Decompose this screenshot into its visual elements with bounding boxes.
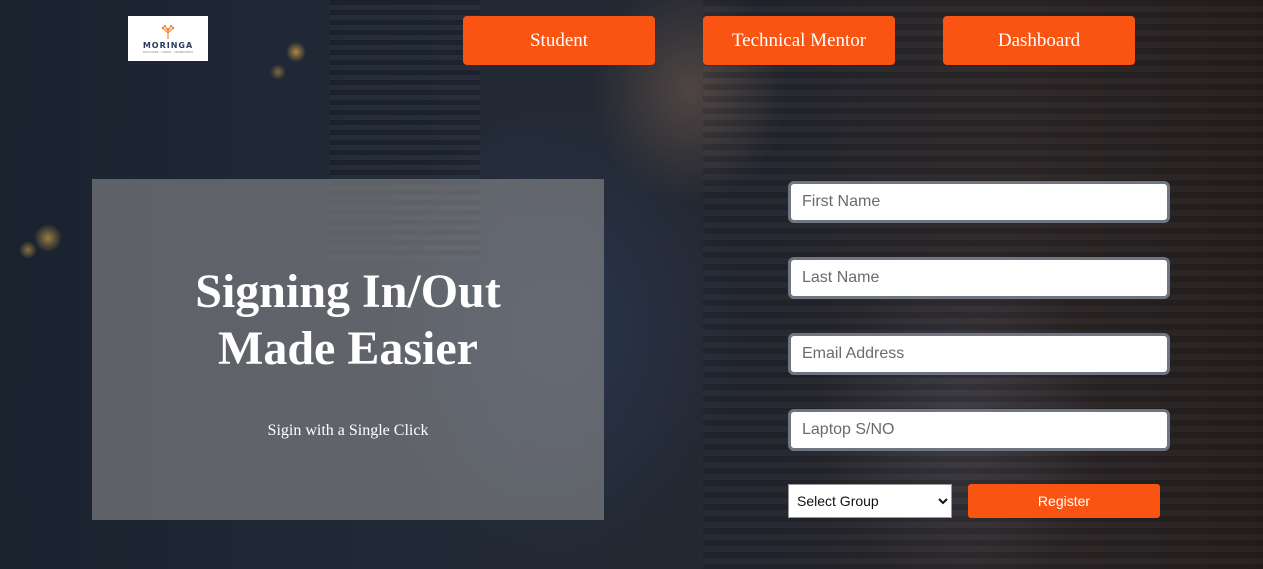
student-button[interactable]: Student xyxy=(463,16,655,65)
dashboard-button[interactable]: Dashboard xyxy=(943,16,1135,65)
laptop-serial-input[interactable] xyxy=(788,409,1170,451)
first-name-input[interactable] xyxy=(788,181,1170,223)
last-name-input[interactable] xyxy=(788,257,1170,299)
hero-title-line-2: Made Easier xyxy=(218,322,478,375)
register-button[interactable]: Register xyxy=(968,484,1160,518)
hero-title-line-1: Signing In/Out xyxy=(195,265,501,318)
logo-subtext: DISCOVER · GROW · TRANSFORM xyxy=(143,49,193,54)
group-select[interactable]: Select Group xyxy=(788,484,952,518)
hero-panel: Signing In/Out Made Easier Sigin with a … xyxy=(92,179,604,520)
page: MORINGA DISCOVER · GROW · TRANSFORM Stud… xyxy=(0,0,1263,569)
moringa-logo[interactable]: MORINGA DISCOVER · GROW · TRANSFORM xyxy=(128,16,208,61)
hero-title: Signing In/Out Made Easier xyxy=(92,263,604,377)
logo-tree-icon xyxy=(161,24,175,39)
hero-subtitle: Sigin with a Single Click xyxy=(267,422,429,439)
email-input[interactable] xyxy=(788,333,1170,375)
technical-mentor-button[interactable]: Technical Mentor xyxy=(703,16,895,65)
logo-text: MORINGA xyxy=(142,40,194,50)
